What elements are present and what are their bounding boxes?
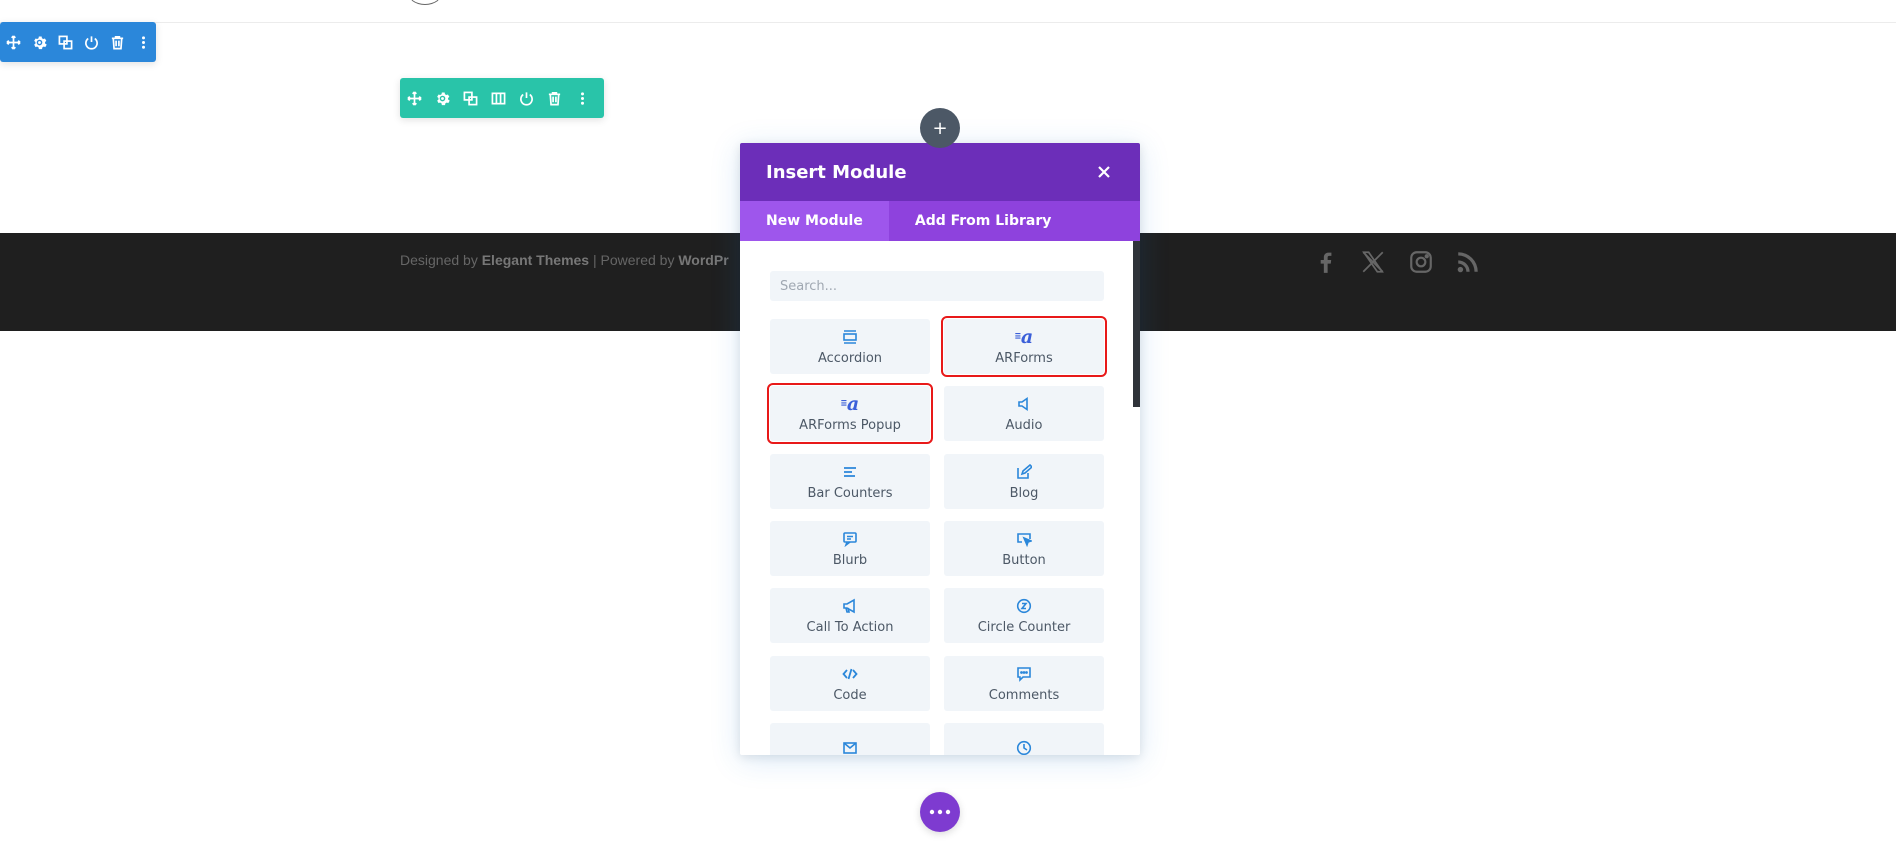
- add-module-button[interactable]: +: [920, 108, 960, 148]
- plus-icon: +: [932, 117, 948, 139]
- module-label: Audio: [1005, 417, 1043, 433]
- scrollbar-thumb[interactable]: [1133, 241, 1140, 407]
- module-blog[interactable]: Blog: [944, 454, 1104, 509]
- elegant-themes-link[interactable]: Elegant Themes: [482, 252, 589, 268]
- module-label: ARForms: [995, 350, 1053, 366]
- module-label: ARForms Popup: [799, 417, 901, 433]
- module-label: Circle Counter: [977, 619, 1071, 635]
- module-arforms-popup[interactable]: ≡ a ARForms Popup: [767, 383, 933, 444]
- envelope-icon: [842, 739, 858, 755]
- module-button[interactable]: Button: [944, 521, 1104, 576]
- module-accordion[interactable]: Accordion: [770, 319, 930, 374]
- facebook-icon[interactable]: [1310, 244, 1342, 280]
- modal-body: Accordion ≡a ARForms ≡a ARForms Popup Au…: [740, 241, 1140, 755]
- duplicate-icon[interactable]: [52, 22, 78, 62]
- megaphone-icon: [842, 597, 858, 615]
- circle-counter-icon: [1016, 597, 1032, 615]
- more-vertical-icon[interactable]: [130, 22, 156, 62]
- rss-icon[interactable]: [1452, 244, 1484, 280]
- module-circle-counter[interactable]: Circle Counter: [944, 588, 1104, 643]
- code-icon: [842, 665, 858, 683]
- header-divider: [0, 22, 1896, 23]
- module-comments[interactable]: Comments: [944, 656, 1104, 711]
- speaker-icon: [1016, 395, 1032, 413]
- comments-icon: [1016, 665, 1032, 683]
- module-bar-counters[interactable]: Bar Counters: [770, 454, 930, 509]
- accordion-icon: [842, 328, 858, 346]
- wordpress-link[interactable]: WordPr: [678, 252, 728, 268]
- insert-module-modal: Insert Module New Module Add From Librar…: [740, 143, 1140, 755]
- module-call-to-action[interactable]: Call To Action: [770, 588, 930, 643]
- section-toolbar: [0, 22, 156, 62]
- more-horizontal-icon: [929, 809, 951, 815]
- duplicate-icon[interactable]: [456, 78, 484, 118]
- button-cursor-icon: [1016, 530, 1032, 548]
- instagram-icon[interactable]: [1405, 244, 1437, 280]
- footer-credit: Designed by Elegant Themes | Powered by …: [400, 252, 729, 268]
- blurb-icon: [842, 530, 858, 548]
- arforms-icon: ≡ a: [840, 392, 860, 415]
- bar-counters-icon: [842, 463, 858, 481]
- more-options-button[interactable]: [920, 792, 960, 832]
- module-arforms[interactable]: ≡ a ARForms: [941, 316, 1107, 377]
- power-icon[interactable]: [78, 22, 104, 62]
- module-label: Comments: [988, 687, 1060, 703]
- x-icon[interactable]: [1357, 244, 1389, 280]
- tab-new-module[interactable]: New Module: [740, 201, 889, 241]
- trash-icon[interactable]: [104, 22, 130, 62]
- module-label: Button: [1002, 552, 1046, 568]
- module-audio[interactable]: Audio: [944, 386, 1104, 441]
- module-countdown[interactable]: [944, 723, 1104, 755]
- gear-icon[interactable]: [26, 22, 52, 62]
- module-label: Blurb: [832, 552, 868, 568]
- blog-edit-icon: [1016, 463, 1032, 481]
- move-icon[interactable]: [400, 78, 428, 118]
- arforms-icon: ≡ a: [1014, 325, 1034, 348]
- modal-header: Insert Module: [740, 143, 1140, 201]
- footer-separator: |: [592, 252, 597, 268]
- designed-by-text: Designed by: [400, 252, 478, 268]
- module-email-optin[interactable]: [770, 723, 930, 755]
- module-label: Code: [833, 687, 867, 703]
- module-label: Call To Action: [806, 619, 894, 635]
- module-label: Bar Counters: [807, 485, 893, 501]
- clock-icon: [1016, 739, 1032, 755]
- modal-title: Insert Module: [766, 161, 907, 183]
- module-code[interactable]: Code: [770, 656, 930, 711]
- module-blurb[interactable]: Blurb: [770, 521, 930, 576]
- more-vertical-icon[interactable]: [568, 78, 596, 118]
- gear-icon[interactable]: [428, 78, 456, 118]
- modal-tabs: New Module Add From Library: [740, 201, 1140, 241]
- powered-by-text: Powered by: [600, 252, 675, 268]
- scrollbar-track[interactable]: [1133, 241, 1140, 755]
- row-toolbar: [400, 78, 604, 118]
- power-icon[interactable]: [512, 78, 540, 118]
- tab-add-from-library[interactable]: Add From Library: [889, 201, 1078, 241]
- columns-icon[interactable]: [484, 78, 512, 118]
- module-label: Blog: [1009, 485, 1039, 501]
- search-input[interactable]: [770, 271, 1104, 301]
- header-partial-circle: [407, 0, 443, 5]
- trash-icon[interactable]: [540, 78, 568, 118]
- close-icon[interactable]: [1094, 162, 1114, 182]
- move-icon[interactable]: [0, 22, 26, 62]
- module-label: Accordion: [817, 350, 883, 366]
